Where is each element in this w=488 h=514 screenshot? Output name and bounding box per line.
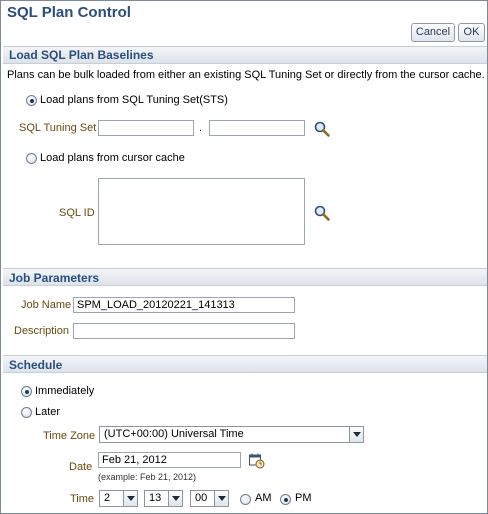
schedule-section-header [3, 355, 487, 373]
radio-am[interactable] [240, 494, 251, 505]
date-label: Date [69, 461, 93, 473]
radio-later-label: Later [35, 406, 61, 418]
sql-id-textarea[interactable] [98, 178, 305, 245]
cancel-button[interactable]: Cancel [411, 23, 455, 42]
radio-immediately[interactable] [21, 386, 32, 397]
job-name-label: Job Name [21, 299, 72, 311]
magnifier-icon[interactable] [313, 120, 331, 138]
chevron-down-icon[interactable] [168, 491, 182, 506]
time-label: Time [70, 493, 95, 505]
radio-am-label: AM [255, 492, 272, 504]
sql-id-label: SQL ID [59, 207, 95, 219]
load-section-description: Plans can be bulk loaded from either an … [7, 69, 485, 81]
date-input[interactable]: Feb 21, 2012 [98, 452, 241, 468]
time-zone-value: (UTC+00:00) Universal Time [104, 428, 244, 440]
description-label: Description [14, 325, 70, 337]
radio-load-from-sts-label: Load plans from SQL Tuning Set(STS) [40, 94, 228, 106]
ok-button[interactable]: OK [458, 23, 485, 42]
time-zone-select[interactable]: (UTC+00:00) Universal Time [99, 426, 364, 443]
sts-owner-input[interactable] [98, 120, 194, 136]
job-section-title: Job Parameters [9, 271, 100, 285]
minute-select[interactable]: 13 [144, 490, 183, 507]
chevron-down-icon[interactable] [214, 491, 228, 506]
radio-pm-label: PM [295, 492, 312, 504]
radio-pm[interactable] [280, 494, 291, 505]
job-name-input[interactable]: SPM_LOAD_20120221_141313 [73, 297, 295, 313]
hour-value: 2 [104, 492, 111, 504]
chevron-down-icon[interactable] [349, 427, 363, 442]
calendar-clock-icon[interactable] [248, 452, 265, 469]
sts-name-input[interactable] [209, 120, 305, 136]
description-input[interactable] [73, 323, 295, 339]
chevron-down-icon[interactable] [123, 491, 137, 506]
time-zone-label: Time Zone [43, 430, 96, 442]
sts-separator: . [199, 122, 203, 134]
second-value: 00 [195, 492, 208, 504]
radio-later[interactable] [21, 407, 32, 418]
radio-load-from-sts[interactable] [26, 95, 37, 106]
sql-tuning-set-label: SQL Tuning Set [19, 122, 97, 134]
radio-immediately-label: Immediately [35, 385, 95, 397]
sql-plan-control-window: SQL Plan Control Cancel OK Load SQL Plan… [0, 0, 488, 514]
minute-value: 13 [149, 492, 162, 504]
magnifier-icon[interactable] [313, 204, 331, 222]
load-section-title: Load SQL Plan Baselines [9, 48, 154, 62]
page-title: SQL Plan Control [7, 4, 131, 21]
date-example-hint: (example: Feb 21, 2012) [98, 472, 197, 482]
schedule-section-title: Schedule [9, 358, 63, 372]
second-select[interactable]: 00 [190, 490, 229, 507]
radio-load-from-cursor-cache-label: Load plans from cursor cache [40, 152, 185, 164]
radio-load-from-cursor-cache[interactable] [26, 153, 37, 164]
hour-select[interactable]: 2 [99, 490, 138, 507]
